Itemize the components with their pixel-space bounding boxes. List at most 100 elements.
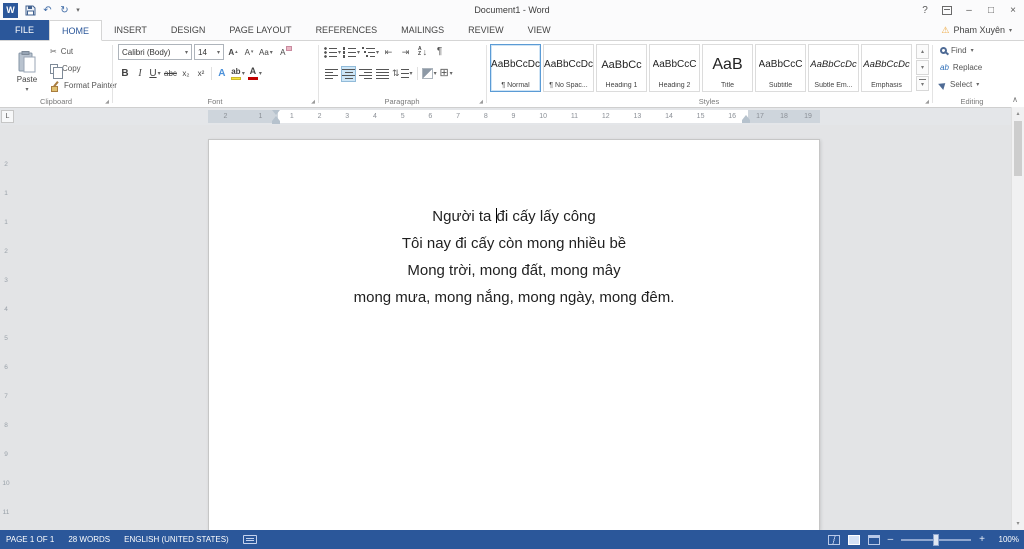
style-card-emphasis[interactable]: AaBbCcDc Emphasis <box>861 44 912 92</box>
format-painter-button[interactable]: Format Painter <box>50 79 117 92</box>
style-card-subtle-emphasis[interactable]: AaBbCcDc Subtle Em... <box>808 44 859 92</box>
justify-button[interactable] <box>375 66 390 82</box>
replace-button[interactable]: ab Replace <box>940 61 982 74</box>
horizontal-ruler[interactable]: L 21 1 2 3 4 5 6 7 8 9 10 11 12 13 14 15 16 17 18 19 <box>0 108 1024 125</box>
tab-insert[interactable]: INSERT <box>102 20 159 40</box>
tab-home[interactable]: HOME <box>49 20 103 41</box>
clipboard-dialog-launcher[interactable]: ◢ <box>105 99 109 105</box>
tab-view[interactable]: VIEW <box>516 20 563 40</box>
font-dialog-launcher[interactable]: ◢ <box>311 99 315 105</box>
scroll-down-button[interactable]: ▾ <box>1012 517 1024 530</box>
left-indent-box[interactable] <box>272 121 280 124</box>
word-count-status[interactable]: 28 WORDS <box>68 535 110 544</box>
shading-button[interactable]: ▾ <box>421 66 437 82</box>
highlight-color-button[interactable]: ab ▾ <box>230 66 246 82</box>
redo-button[interactable]: ↻ <box>56 1 73 19</box>
find-button[interactable]: Find ▾ <box>940 44 982 57</box>
word-app-icon[interactable]: W <box>3 2 18 18</box>
help-button[interactable]: ? <box>914 1 936 20</box>
align-left-button[interactable] <box>324 66 339 82</box>
styles-scroll-up-button[interactable]: ▴ <box>916 44 929 59</box>
multilevel-list-button[interactable]: ▾ <box>362 44 379 60</box>
right-indent-box[interactable] <box>742 120 750 123</box>
tab-stop-selector[interactable]: L <box>1 110 14 123</box>
right-indent-marker[interactable] <box>742 115 750 123</box>
styles-more-button[interactable]: ▾ <box>916 76 929 91</box>
maximize-button[interactable]: □ <box>980 1 1002 20</box>
strikethrough-button[interactable]: abc <box>163 66 178 82</box>
bold-button[interactable]: B <box>118 66 132 82</box>
save-button[interactable] <box>22 1 39 19</box>
style-card-no-spacing[interactable]: AaBbCcDc ¶ No Spac... <box>543 44 594 92</box>
font-color-button[interactable]: A ▾ <box>247 66 263 82</box>
tab-references[interactable]: REFERENCES <box>304 20 390 40</box>
copy-button[interactable]: Copy <box>50 62 117 79</box>
select-button[interactable]: Select ▾ <box>938 78 982 91</box>
sort-button[interactable]: AZ ↓ <box>415 44 430 60</box>
collapse-ribbon-button[interactable]: ∧ <box>1012 95 1018 104</box>
font-size-select[interactable]: 14 ▾ <box>194 44 224 60</box>
change-case-button[interactable]: Aa ▾ <box>258 44 274 60</box>
increase-indent-button[interactable]: ⇥ <box>398 44 413 60</box>
zoom-out-button[interactable]: – <box>888 534 894 545</box>
tab-page-layout[interactable]: PAGE LAYOUT <box>217 20 303 40</box>
italic-button[interactable]: I <box>133 66 147 82</box>
page-count-status[interactable]: PAGE 1 OF 1 <box>6 535 54 544</box>
ribbon-display-options-button[interactable] <box>936 1 958 20</box>
language-status[interactable]: ENGLISH (UNITED STATES) <box>124 535 229 544</box>
align-right-button[interactable] <box>358 66 373 82</box>
superscript-button[interactable]: x² <box>194 66 208 82</box>
style-card-heading2[interactable]: AaBbCcC Heading 2 <box>649 44 700 92</box>
first-line-indent-marker[interactable] <box>272 110 280 115</box>
read-mode-button[interactable] <box>827 534 840 545</box>
align-center-button[interactable] <box>341 65 356 82</box>
account-menu[interactable]: ⚠ Pham Xuyên ▾ <box>941 20 1024 40</box>
styles-dialog-launcher[interactable]: ◢ <box>925 99 929 105</box>
style-card-subtitle[interactable]: AaBbCcC Subtitle <box>755 44 806 92</box>
text-effects-button[interactable]: A <box>215 66 229 82</box>
bullets-button[interactable]: ▾ <box>324 44 341 60</box>
undo-button[interactable]: ↶ <box>39 1 56 19</box>
show-paragraph-marks-button[interactable]: ¶ <box>432 44 447 60</box>
borders-button[interactable]: ⊞ ▾ <box>439 66 454 82</box>
style-card-title[interactable]: AaB Title <box>702 44 753 92</box>
keyboard-icon[interactable] <box>242 535 257 544</box>
line-spacing-button[interactable]: ⇅ ▾ <box>392 66 413 82</box>
decrease-indent-button[interactable]: ⇤ <box>381 44 396 60</box>
numbering-button[interactable]: ▾ <box>343 44 360 60</box>
tab-review[interactable]: REVIEW <box>456 20 516 40</box>
zoom-slider[interactable] <box>901 533 972 546</box>
paste-button[interactable]: Paste ▾ <box>7 44 47 100</box>
grow-font-button[interactable]: A ▴ <box>226 44 240 60</box>
font-family-select[interactable]: Calibri (Body) ▾ <box>118 44 192 60</box>
document-page[interactable]: Người ta đi cấy lấy công Tôi nay đi cấy … <box>208 139 820 530</box>
vertical-scrollbar[interactable]: ▴ ▾ <box>1011 107 1024 530</box>
zoom-in-button[interactable]: + <box>979 534 985 545</box>
vertical-ruler[interactable]: 2 1 1 2 3 4 5 6 7 8 9 10 11 <box>1 150 11 527</box>
ruler-number: 7 <box>456 113 461 120</box>
style-card-heading1[interactable]: AaBbCc Heading 1 <box>596 44 647 92</box>
subscript-button[interactable]: x₂ <box>179 66 193 82</box>
tab-file[interactable]: FILE <box>0 20 50 40</box>
ruler-number: 11 <box>570 113 579 120</box>
close-button[interactable]: × <box>1002 1 1024 20</box>
web-layout-button[interactable] <box>867 534 880 545</box>
format-painter-label: Format Painter <box>64 81 117 90</box>
underline-button[interactable]: U ▾ <box>148 66 162 82</box>
style-card-normal[interactable]: AaBbCcDc ¶ Normal <box>490 44 541 92</box>
print-layout-button[interactable] <box>847 534 860 545</box>
shrink-font-button[interactable]: A ▾ <box>242 44 256 60</box>
paragraph-dialog-launcher[interactable]: ◢ <box>479 99 483 105</box>
minimize-button[interactable]: – <box>958 1 980 20</box>
cut-button[interactable]: ✂ Cut <box>50 45 117 58</box>
zoom-percentage[interactable]: 100% <box>993 535 1019 544</box>
zoom-slider-thumb[interactable] <box>933 533 940 546</box>
tab-design[interactable]: DESIGN <box>159 20 218 40</box>
clear-formatting-button[interactable]: A <box>276 44 292 60</box>
scroll-up-button[interactable]: ▴ <box>1012 107 1024 120</box>
scrollbar-thumb[interactable] <box>1014 121 1022 176</box>
styles-scroll-down-button[interactable]: ▾ <box>916 60 929 75</box>
customize-qat-button[interactable]: ▾ <box>73 1 83 19</box>
left-indent-marker[interactable] <box>272 110 280 124</box>
tab-mailings[interactable]: MAILINGS <box>389 20 456 40</box>
